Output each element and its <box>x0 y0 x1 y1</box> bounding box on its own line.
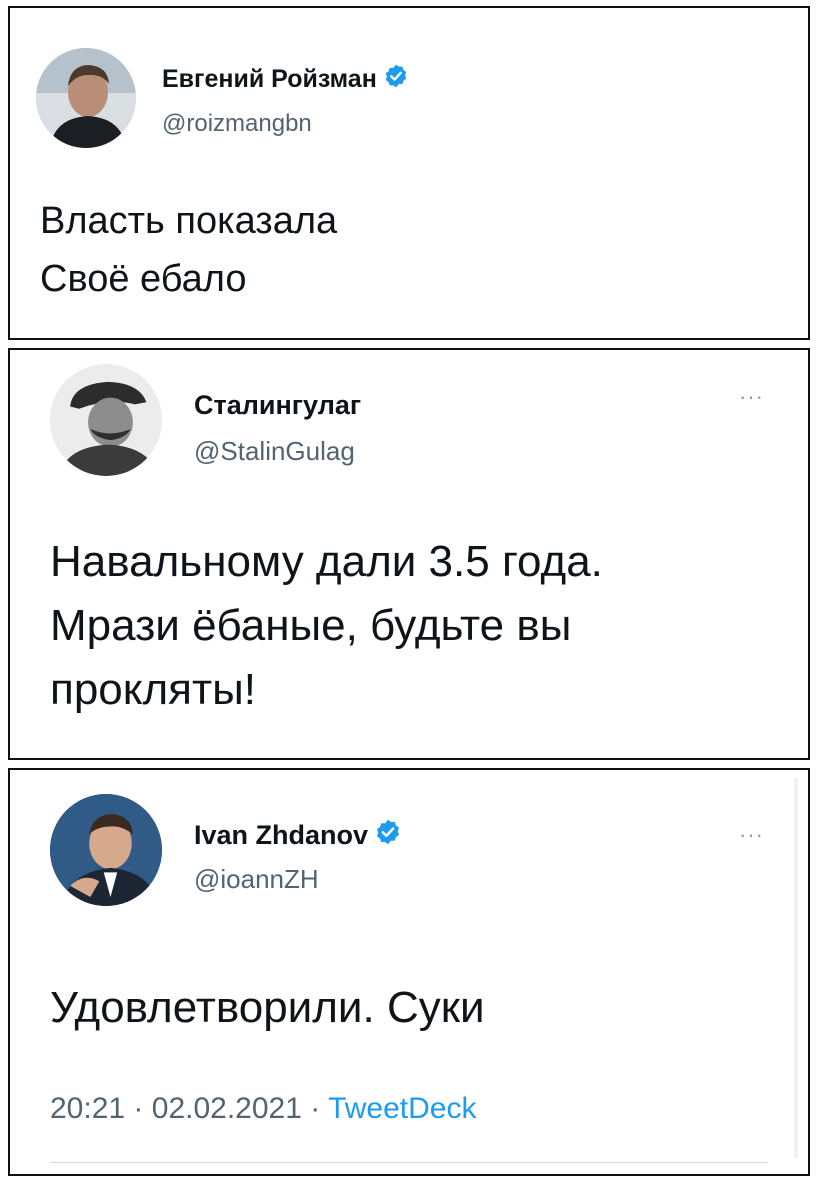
verified-badge-icon <box>383 63 409 96</box>
tweet-card[interactable]: Ivan Zhdanov @ioannZH ··· Удовлетворили.… <box>8 768 810 1176</box>
display-name[interactable]: Ivan Zhdanov <box>194 818 402 853</box>
user-handle[interactable]: @ioannZH <box>194 864 319 895</box>
tweet-text: Навальному дали 3.5 года. Мрази ёбаные, … <box>50 530 603 722</box>
avatar[interactable] <box>36 48 136 148</box>
scrollbar[interactable] <box>794 778 798 1158</box>
separator: · <box>133 1092 144 1125</box>
tweet-text-line: прокляты! <box>50 665 257 714</box>
display-name-text: Евгений Ройзман <box>162 65 377 93</box>
tweet-text-line: Своё ебало <box>40 258 247 300</box>
more-horizontal-icon[interactable]: ··· <box>739 386 764 408</box>
tweet-text: Удовлетворили. Суки <box>50 976 485 1040</box>
avatar[interactable] <box>50 794 162 906</box>
tweet-time[interactable]: 20:21 <box>50 1092 125 1125</box>
more-horizontal-icon[interactable]: ··· <box>739 824 764 846</box>
avatar[interactable] <box>50 364 162 476</box>
separator: · <box>310 1092 321 1125</box>
tweet-text-line: Удовлетворили. Суки <box>50 983 485 1032</box>
tweet-card[interactable]: Сталингулаг @StalinGulag ··· Навальному … <box>8 348 810 760</box>
tweet-text: Власть показала Своё ебало <box>40 192 337 308</box>
tweet-metadata: 20:21 · 02.02.2021 · TweetDeck <box>50 1092 476 1126</box>
display-name[interactable]: Сталингулаг <box>194 390 361 421</box>
display-name[interactable]: Евгений Ройзман <box>162 63 409 96</box>
tweet-date[interactable]: 02.02.2021 <box>152 1092 302 1125</box>
divider <box>50 1162 768 1163</box>
tweet-text-line: Навальному дали 3.5 года. <box>50 537 603 586</box>
display-name-text: Ivan Zhdanov <box>194 820 369 850</box>
verified-badge-icon <box>374 818 402 853</box>
tweet-text-line: Власть показала <box>40 200 338 242</box>
tweet-text-line: Мрази ёбаные, будьте вы <box>50 601 572 650</box>
tweet-card[interactable]: Евгений Ройзман @roizmangbn Власть показ… <box>8 6 810 340</box>
user-handle[interactable]: @roizmangbn <box>162 110 312 138</box>
tweet-source-link[interactable]: TweetDeck <box>328 1092 476 1125</box>
user-handle[interactable]: @StalinGulag <box>194 436 355 467</box>
